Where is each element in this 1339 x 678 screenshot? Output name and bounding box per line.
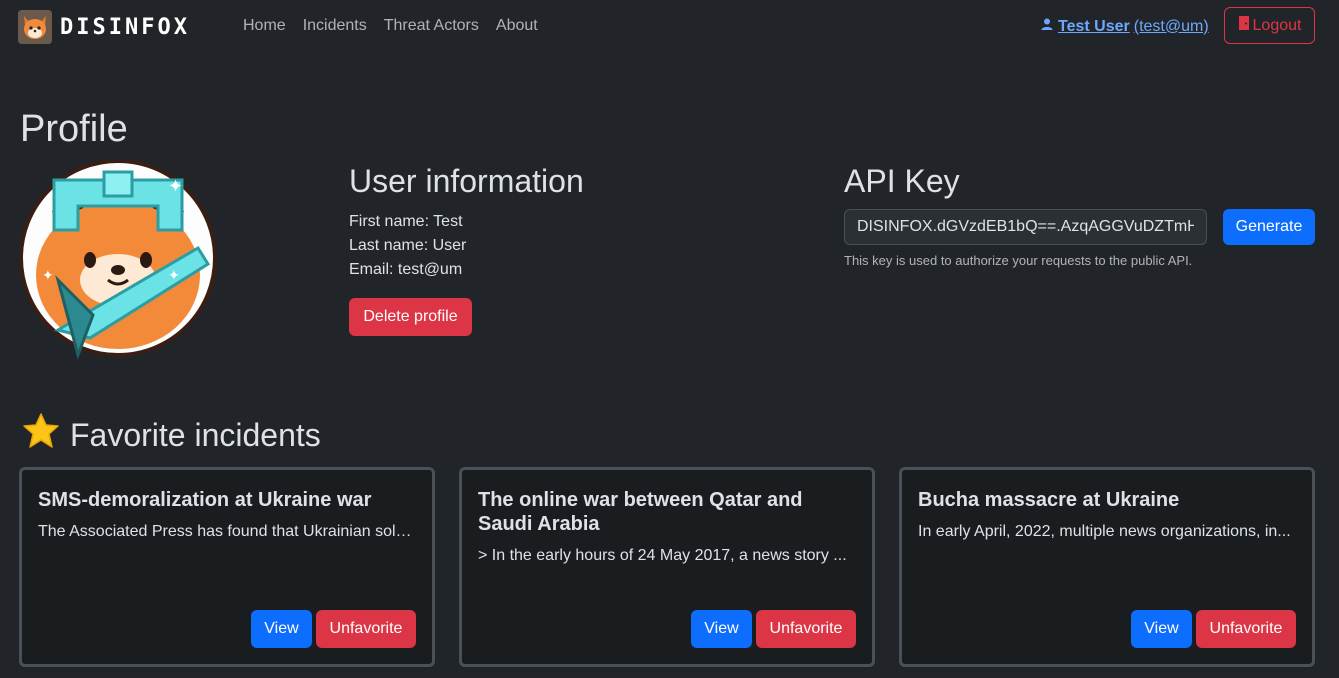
nav-link-threat-actors[interactable]: Threat Actors (384, 17, 479, 35)
api-key-section: API Key Generate This key is used to aut… (844, 163, 1315, 268)
page-title: Profile (20, 108, 128, 150)
email: Email: test@um (349, 261, 463, 278)
nav-link-incidents[interactable]: Incidents (303, 17, 367, 35)
card-text: In early April, 2022, multiple news orga… (918, 523, 1291, 540)
view-button[interactable]: View (1131, 610, 1192, 648)
api-key-heading: API Key (844, 163, 960, 199)
unfavorite-button[interactable]: Unfavorite (316, 610, 416, 648)
generate-button[interactable]: Generate (1223, 209, 1315, 245)
user-information-section: User information First name: Test Last n… (349, 163, 584, 336)
api-key-help: This key is used to authorize your reque… (844, 253, 1193, 268)
incident-card: The online war between Qatar and Saudi A… (459, 467, 875, 667)
user-information-heading: User information (349, 163, 584, 199)
user-email: (test@um) (1133, 17, 1209, 35)
card-title: The online war between Qatar and Saudi A… (478, 489, 803, 535)
avatar: ✦ ✦ ✦ (18, 159, 220, 365)
view-button[interactable]: View (251, 610, 312, 648)
fox-logo-icon (18, 10, 52, 44)
nav-links: Home Incidents Threat Actors About (243, 17, 538, 35)
api-key-field[interactable] (844, 209, 1207, 245)
nav-link-about[interactable]: About (496, 17, 538, 35)
brand-name: DISINFOX (60, 14, 190, 40)
card-title: SMS-demoralization at Ukraine war (38, 489, 372, 511)
card-text: The Associated Press has found that Ukra… (38, 523, 416, 540)
logout-label: Logout (1252, 16, 1302, 34)
last-name: Last name: User (349, 237, 467, 254)
card-title: Bucha massacre at Ukraine (918, 489, 1180, 511)
delete-profile-button[interactable]: Delete profile (349, 298, 472, 336)
star-icon (22, 412, 60, 458)
favorites-heading: Favorite incidents (22, 412, 321, 458)
navbar: DISINFOX Home Incidents Threat Actors Ab… (0, 0, 1339, 54)
svg-text:✦: ✦ (42, 267, 54, 283)
unfavorite-button[interactable]: Unfavorite (756, 610, 856, 648)
card-text: > In the early hours of 24 May 2017, a n… (478, 547, 847, 564)
user-profile-link[interactable]: Test User (test@um) (1040, 17, 1209, 36)
svg-text:✦: ✦ (168, 267, 180, 283)
favorites-heading-label: Favorite incidents (70, 416, 321, 453)
view-button[interactable]: View (691, 610, 752, 648)
unfavorite-button[interactable]: Unfavorite (1196, 610, 1296, 648)
incident-card: Bucha massacre at Ukraine In early April… (899, 467, 1315, 667)
user-name: Test User (1058, 17, 1130, 35)
nav-link-home[interactable]: Home (243, 17, 286, 35)
brand[interactable]: DISINFOX (18, 10, 190, 44)
person-icon (1040, 17, 1054, 36)
incident-card: SMS-demoralization at Ukraine war The As… (19, 467, 435, 667)
logout-button[interactable]: Logout (1224, 7, 1315, 44)
first-name: First name: Test (349, 213, 463, 230)
svg-text:✦: ✦ (168, 176, 183, 196)
door-icon (1238, 15, 1250, 36)
